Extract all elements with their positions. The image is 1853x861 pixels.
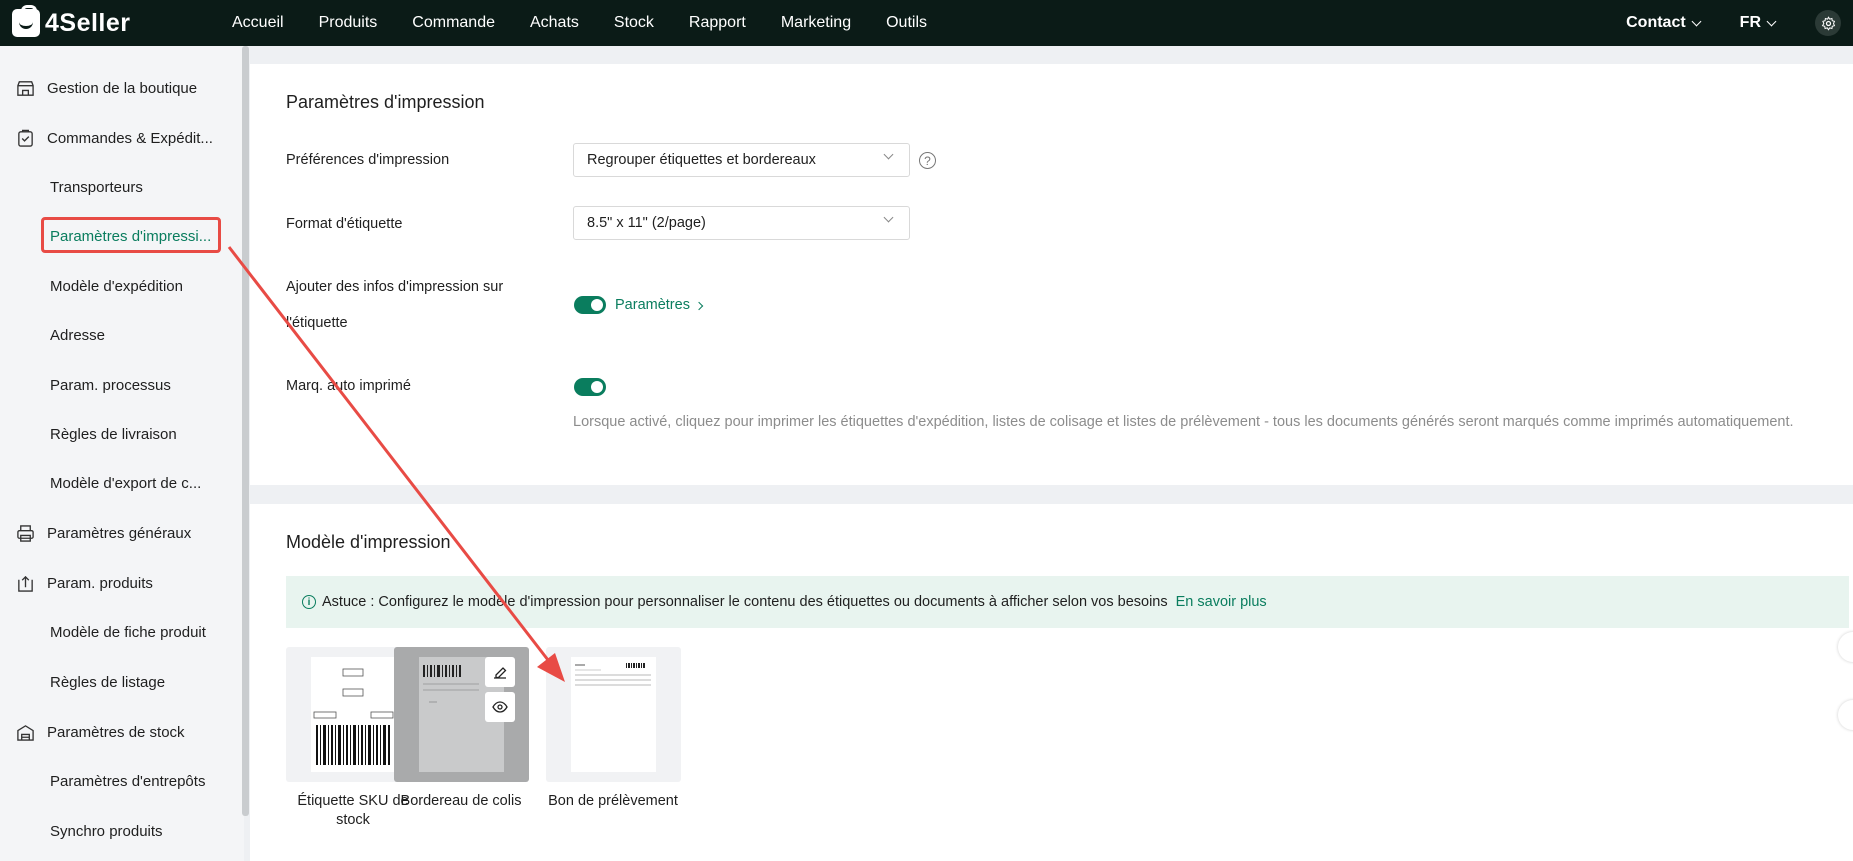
- nav-rapport[interactable]: Rapport: [689, 14, 746, 32]
- language-label: FR: [1739, 14, 1761, 31]
- sidebar-item-product-params[interactable]: Param. produits: [0, 563, 256, 603]
- nav-marketing[interactable]: Marketing: [781, 14, 851, 32]
- bag-logo-icon: [12, 5, 40, 37]
- tip-banner: i Astuce : Configurez le modèle d'impres…: [286, 576, 1849, 628]
- shop-icon: [17, 80, 34, 96]
- sidebar-item-delivery-rules[interactable]: Règles de livraison: [0, 414, 290, 454]
- chevron-down-icon: [883, 212, 894, 223]
- sidebar-item-export-template[interactable]: Modèle d'export de c...: [0, 463, 290, 503]
- template-name: Bon de prélèvement: [533, 792, 693, 811]
- sidebar-item-label: Param. produits: [47, 574, 153, 592]
- label-format-value: 8.5" x 11" (2/page): [587, 215, 706, 231]
- nav-commande[interactable]: Commande: [412, 14, 495, 32]
- pick-list-preview-icon: [575, 663, 651, 686]
- help-icon[interactable]: ?: [919, 152, 936, 169]
- add-print-info-label: Ajouter des infos d'impression sur: [286, 279, 504, 295]
- sidebar-item-warehouse-settings[interactable]: Paramètres d'entrepôts: [0, 761, 290, 801]
- sidebar-item-shop[interactable]: Gestion de la boutique: [0, 68, 256, 108]
- sidebar-item-process-params[interactable]: Param. processus: [0, 365, 290, 405]
- sidebar-item-label: Paramètres d'impressi...: [50, 227, 212, 245]
- brand-name: 4Seller: [45, 8, 131, 37]
- section-title: Modèle d'impression: [286, 532, 451, 552]
- sidebar-item-label: Modèle d'expédition: [50, 277, 183, 295]
- sidebar-item-carriers[interactable]: Transporteurs: [0, 167, 290, 207]
- sidebar-item-label: Transporteurs: [50, 178, 143, 196]
- nav-produits[interactable]: Produits: [319, 14, 378, 32]
- warehouse-icon: [17, 724, 34, 741]
- language-menu[interactable]: FR: [1739, 14, 1777, 32]
- add-print-info-toggle[interactable]: [574, 296, 606, 314]
- top-navbar: 4Seller Accueil Produits Commande Achats…: [0, 0, 1853, 46]
- chevron-down-icon: [1691, 16, 1702, 26]
- template-name-line1: Bon de prélèvement: [548, 793, 678, 809]
- sidebar-item-print-settings[interactable]: Paramètres d'impressi...: [0, 216, 290, 256]
- auto-mark-printed-description: Lorsque activé, cliquez pour imprimer le…: [573, 414, 1794, 430]
- print-template-card: Modèle d'impression i Astuce : Configure…: [250, 504, 1853, 861]
- eye-icon: [492, 701, 508, 713]
- label-format-label: Format d'étiquette: [286, 216, 403, 232]
- clipboard-icon: [18, 129, 33, 147]
- chevron-down-icon: [1766, 16, 1777, 26]
- template-card-pick-list[interactable]: [546, 647, 681, 782]
- sidebar-item-label: Paramètres de stock: [47, 723, 185, 741]
- sidebar-item-shipping-template[interactable]: Modèle d'expédition: [0, 266, 290, 306]
- section-title: Paramètres d'impression: [286, 92, 485, 112]
- auto-mark-printed-toggle[interactable]: [574, 378, 606, 396]
- sidebar-item-label: Règles de listage: [50, 673, 166, 691]
- sidebar-item-label: Synchro produits: [50, 822, 163, 840]
- eraser-edit-icon: [494, 667, 507, 679]
- sidebar-item-label: Paramètres généraux: [47, 524, 192, 542]
- sidebar-item-general-settings[interactable]: Paramètres généraux: [0, 513, 256, 553]
- brand-logo[interactable]: 4Seller: [12, 5, 212, 38]
- template-name-line2: stock: [336, 812, 370, 828]
- template-name-line1: Bordereau de colis: [400, 793, 522, 809]
- sidebar-item-product-sync[interactable]: Synchro produits: [0, 811, 290, 851]
- print-preference-value: Regrouper étiquettes et bordereaux: [587, 152, 816, 168]
- sidebar-item-product-sheet-template[interactable]: Modèle de fiche produit: [0, 612, 290, 652]
- printer-icon: [17, 524, 34, 542]
- label-format-select[interactable]: 8.5" x 11" (2/page): [573, 206, 910, 240]
- upload-box-icon: [18, 575, 33, 592]
- print-preference-label: Préférences d'impression: [286, 152, 450, 168]
- print-settings-card: Paramètres d'impression Préférences d'im…: [250, 64, 1853, 485]
- nav-outils[interactable]: Outils: [886, 14, 927, 32]
- edit-template-button[interactable]: [485, 657, 515, 687]
- settings-button[interactable]: [1815, 10, 1841, 36]
- sidebar-item-label: Gestion de la boutique: [47, 79, 198, 97]
- sidebar-item-label: Adresse: [50, 326, 106, 344]
- chevron-down-icon: [883, 149, 894, 160]
- auto-mark-printed-label: Marq. auto imprimé: [286, 378, 411, 394]
- template-card-packing-slip[interactable]: [394, 647, 529, 782]
- contact-menu[interactable]: Contact: [1626, 14, 1702, 32]
- contact-label: Contact: [1626, 14, 1686, 31]
- sidebar-item-stock-settings[interactable]: Paramètres de stock: [0, 712, 256, 752]
- sidebar-item-label: Modèle d'export de c...: [50, 474, 202, 492]
- sidebar-item-listing-rules[interactable]: Règles de listage: [0, 662, 290, 702]
- main-nav: Accueil Produits Commande Achats Stock R…: [232, 14, 962, 32]
- template-thumbnail: [311, 657, 396, 772]
- sidebar-item-label: Commandes & Expédit...: [47, 129, 213, 147]
- barcode-preview-icon: [313, 668, 394, 765]
- nav-achats[interactable]: Achats: [530, 14, 579, 32]
- template-name: Bordereau de colis: [381, 792, 541, 811]
- sidebar-item-label: Paramètres d'entrepôts: [50, 772, 206, 790]
- sidebar-item-address[interactable]: Adresse: [0, 315, 290, 355]
- nav-stock[interactable]: Stock: [614, 14, 654, 32]
- tip-text: Astuce : Configurez le modèle d'impressi…: [322, 594, 1168, 610]
- sidebar-item-label: Param. processus: [50, 376, 171, 394]
- info-icon: i: [302, 595, 316, 609]
- nav-accueil[interactable]: Accueil: [232, 14, 284, 32]
- chevron-right-icon: [694, 301, 704, 311]
- preview-template-button[interactable]: [485, 692, 515, 722]
- template-thumbnail: [571, 657, 656, 772]
- gear-icon: [1821, 15, 1835, 31]
- add-print-info-label-line2: l'étiquette: [286, 315, 348, 331]
- sidebar-item-label: Règles de livraison: [50, 425, 177, 443]
- settings-link-label: Paramètres: [615, 297, 690, 313]
- sidebar-item-label: Modèle de fiche produit: [50, 623, 206, 641]
- print-preference-select[interactable]: Regrouper étiquettes et bordereaux: [573, 143, 910, 177]
- sidebar-item-orders[interactable]: Commandes & Expédit...: [0, 118, 256, 158]
- learn-more-link[interactable]: En savoir plus: [1176, 594, 1267, 610]
- print-info-settings-link[interactable]: Paramètres: [615, 297, 704, 313]
